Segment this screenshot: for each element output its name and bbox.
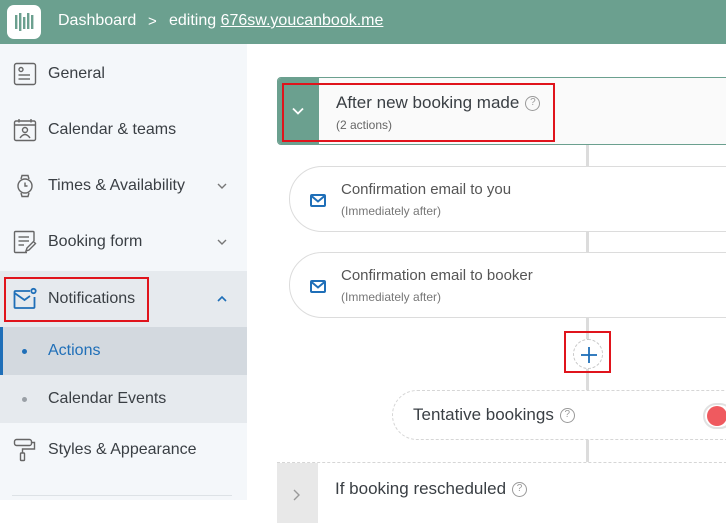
sidebar-subitem-actions[interactable]: Actions [0,327,247,375]
chevron-down-icon [292,107,304,115]
trigger-title-text: If booking rescheduled [335,479,507,498]
form-edit-icon [13,230,37,254]
sidebar-divider [12,495,232,496]
sidebar-item-label: Styles & Appearance [48,441,197,458]
chevron-up-icon[interactable] [215,292,229,306]
sidebar-item-label: General [48,65,105,82]
email-icon [310,194,326,207]
action-title: Confirmation email to you [341,181,512,198]
sidebar-item-booking-form[interactable]: Booking form [0,214,247,270]
main-content: After new booking made? (2 actions) Conf… [247,44,726,523]
sidebar-item-calendar-teams[interactable]: Calendar & teams [0,102,247,158]
bullet-icon [22,348,27,354]
id-card-icon [13,62,37,86]
action-timing: (Immediately after) [341,290,442,304]
sidebar-item-general[interactable]: General [0,46,247,102]
breadcrumb-editing: editing 676sw.youcanbook.me [169,12,383,30]
bullet-icon [22,396,27,402]
paint-roller-icon [13,438,36,462]
action-item[interactable]: Confirmation email to booker (Immediatel… [289,252,726,318]
tentative-bookings-toggle[interactable] [703,403,726,429]
sidebar-item-label: Notifications [48,290,136,307]
help-icon[interactable]: ? [559,408,575,423]
chevron-down-icon[interactable] [215,235,229,249]
breadcrumb-editing-prefix: editing [169,12,217,29]
sidebar-item-label: Booking form [48,233,143,250]
breadcrumb-separator: > [148,13,157,30]
help-icon[interactable]: ? [525,96,541,111]
trigger-subtitle: (2 actions) [336,118,393,132]
breadcrumb-dashboard[interactable]: Dashboard [58,12,136,30]
tentative-label-text: Tentative bookings [413,405,554,424]
trigger-if-rescheduled[interactable]: If booking rescheduled? [277,462,726,523]
trigger-title: If booking rescheduled? [335,479,528,499]
watch-icon [17,174,33,198]
trigger-after-new-booking[interactable]: After new booking made? (2 actions) [277,77,726,145]
action-item[interactable]: Confirmation email to you (Immediately a… [289,166,726,232]
plus-icon [581,347,597,363]
action-timing: (Immediately after) [341,204,442,218]
trigger-title-text: After new booking made [336,93,520,112]
sidebar: General Calendar & teams Times & Availab… [0,44,247,500]
sidebar-item-times-availability[interactable]: Times & Availability [0,158,247,214]
mail-notification-icon [13,287,37,309]
breadcrumb-site-link[interactable]: 676sw.youcanbook.me [221,12,384,29]
collapse-toggle[interactable] [278,78,319,144]
add-action-button[interactable] [573,339,603,369]
tentative-label: Tentative bookings? [413,405,575,425]
sidebar-item-label: Times & Availability [48,177,185,194]
expand-toggle[interactable] [277,463,318,523]
help-icon[interactable]: ? [512,482,528,497]
sidebar-item-label: Calendar & teams [48,121,177,138]
tentative-bookings-row: Tentative bookings? [392,390,726,440]
sidebar-subitem-calendar-events[interactable]: Calendar Events [0,375,247,423]
action-title: Confirmation email to booker [341,267,533,284]
chevron-down-icon[interactable] [215,179,229,193]
email-icon [310,280,326,293]
sidebar-item-notifications[interactable]: Notifications [0,271,247,327]
sidebar-subitem-label: Calendar Events [48,390,167,407]
trigger-title: After new booking made? [336,93,541,113]
toggle-knob [707,406,726,426]
top-bar: Dashboard > editing 676sw.youcanbook.me [0,0,726,44]
sidebar-item-styles-appearance[interactable]: Styles & Appearance [0,422,247,478]
youcanbook-logo-icon[interactable] [7,5,41,39]
sidebar-subitem-label: Actions [48,342,101,359]
calendar-person-icon [13,119,37,142]
